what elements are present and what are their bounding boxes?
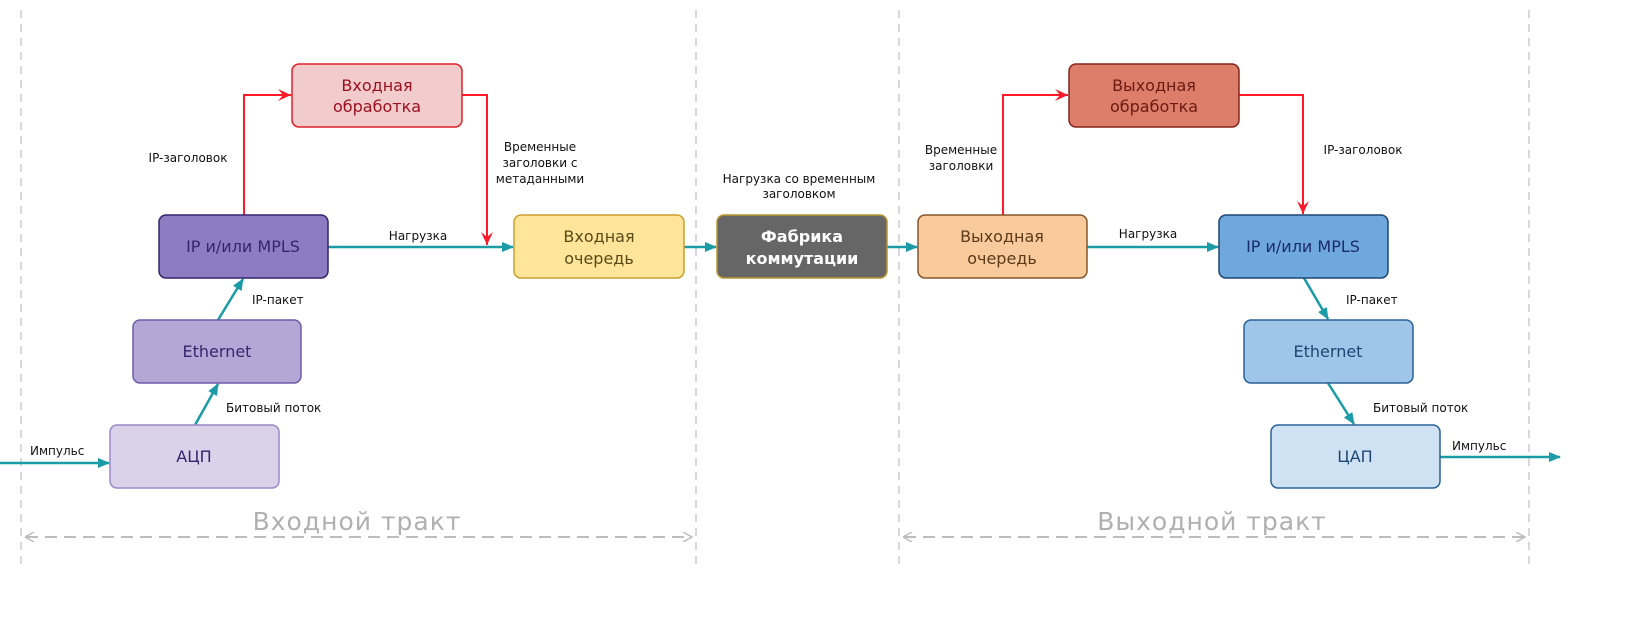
edge-label: заголовки с xyxy=(503,156,578,170)
node-label: коммутации xyxy=(746,249,859,268)
egress-section-title: Выходной тракт xyxy=(1097,507,1327,536)
edge-label: заголовки xyxy=(929,159,994,173)
edge-label: Битовый поток xyxy=(1373,401,1468,415)
node-ingress-queue: Входная очередь xyxy=(513,214,685,279)
ingress-header-arrow xyxy=(243,89,291,215)
ip-packet-up-arrow xyxy=(216,278,245,321)
node-label: ЦАП xyxy=(1337,447,1372,466)
edge-label: Временные xyxy=(504,140,576,154)
egress-meta-arrow xyxy=(1002,89,1068,215)
node-ingress-ethernet: Ethernet xyxy=(132,319,302,384)
ip-packet-down-arrow xyxy=(1302,277,1330,320)
edge-label: IP-пакет xyxy=(252,293,304,307)
edge-label: Временные xyxy=(925,143,997,157)
node-label: очередь xyxy=(564,249,634,268)
edge-label: Импульс xyxy=(1452,439,1506,453)
edge-label: метаданными xyxy=(496,172,584,186)
edge-label: Нагрузка со временным xyxy=(723,172,876,186)
edge-label: IP-заголовок xyxy=(1324,143,1403,157)
node-label: обработка xyxy=(333,97,421,116)
node-egress-ethernet: Ethernet xyxy=(1243,319,1414,384)
node-dac: ЦАП xyxy=(1270,424,1441,489)
node-egress-processing: Выходная обработка xyxy=(1068,63,1240,128)
node-label: Входная xyxy=(341,76,412,95)
node-label: обработка xyxy=(1110,97,1198,116)
packet-path-diagram: Входной тракт Выходной тракт Входная обр… xyxy=(0,10,1561,565)
ingress-meta-arrow xyxy=(462,94,493,245)
ingress-section-title: Входной тракт xyxy=(253,507,462,536)
edge-label: Битовый поток xyxy=(226,401,321,415)
node-label: Ethernet xyxy=(1294,342,1363,361)
node-adc: АЦП xyxy=(109,424,280,489)
node-egress-ip-mpls: IP и/или MPLS xyxy=(1218,214,1389,279)
edge-label: IP-заголовок xyxy=(149,151,228,165)
node-label: IP и/или MPLS xyxy=(186,237,300,256)
edge-label: заголовком xyxy=(762,187,835,201)
node-label: очередь xyxy=(967,249,1037,268)
edge-label: Импульс xyxy=(30,444,84,458)
node-switch-fabric: Фабрика коммутации xyxy=(716,214,888,279)
node-label: Входная xyxy=(563,227,634,246)
egress-header-arrow xyxy=(1239,94,1309,214)
node-egress-queue: Выходная очередь xyxy=(917,214,1088,279)
edge-label: IP-пакет xyxy=(1346,293,1398,307)
bitstream-up-arrow xyxy=(193,383,220,426)
edge-label: Нагрузка xyxy=(389,229,447,243)
bitstream-down-arrow xyxy=(1326,382,1356,425)
node-ingress-processing: Входная обработка xyxy=(291,63,463,128)
node-label: Ethernet xyxy=(183,342,252,361)
node-label: Выходная xyxy=(1112,76,1196,95)
node-label: Выходная xyxy=(960,227,1044,246)
node-label: АЦП xyxy=(176,447,211,466)
node-ingress-ip-mpls: IP и/или MPLS xyxy=(158,214,329,279)
node-label: Фабрика xyxy=(761,227,843,246)
edge-label: Нагрузка xyxy=(1119,227,1177,241)
node-label: IP и/или MPLS xyxy=(1246,237,1360,256)
